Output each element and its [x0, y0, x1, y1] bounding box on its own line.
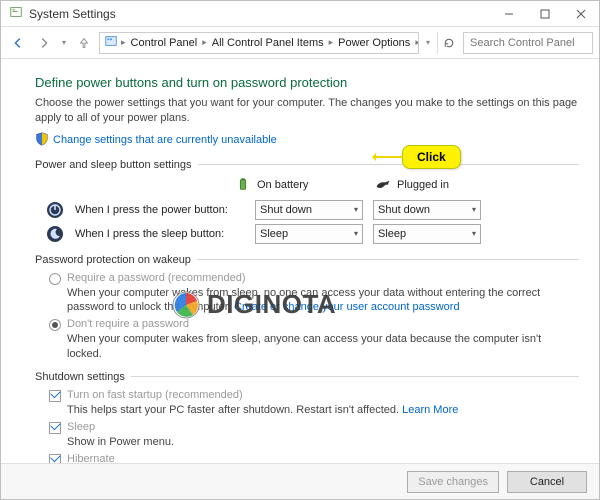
sleep-checkbox — [49, 422, 61, 434]
up-button[interactable] — [73, 32, 95, 54]
titlebar: System Settings — [1, 1, 599, 27]
sleep-desc: Show in Power menu. — [67, 435, 579, 449]
navbar: ▾ ▸ Control Panel ▸ All Control Panel It… — [1, 27, 599, 59]
sleep-button-battery-select[interactable]: Sleep▾ — [255, 224, 363, 244]
fast-startup-checkbox — [49, 390, 61, 402]
chevron-right-icon: ▸ — [414, 37, 419, 48]
group-power-sleep: Power and sleep button settings On batte… — [35, 159, 579, 244]
footer: Save changes Cancel — [1, 463, 599, 499]
learn-more-link[interactable]: Learn More — [402, 404, 458, 416]
search-input[interactable] — [463, 32, 593, 54]
sleep-button-plugged-select[interactable]: Sleep▾ — [373, 224, 481, 244]
plug-icon — [375, 177, 391, 194]
sleep-icon — [45, 224, 65, 244]
chevron-right-icon: ▸ — [201, 37, 208, 48]
back-button[interactable] — [7, 32, 29, 54]
battery-icon — [235, 177, 251, 194]
chevron-down-icon: ▾ — [354, 205, 358, 214]
chevron-down-icon: ▾ — [354, 229, 358, 238]
cancel-button[interactable]: Cancel — [507, 471, 587, 493]
search-field[interactable] — [468, 36, 588, 50]
close-button[interactable] — [563, 1, 599, 27]
history-dropdown-icon[interactable]: ▾ — [59, 38, 69, 47]
power-button-label: When I press the power button: — [75, 204, 245, 216]
power-button-battery-select[interactable]: Shut down▾ — [255, 200, 363, 220]
group-title: Password protection on wakeup — [35, 254, 191, 266]
fast-startup-label: Turn on fast startup (recommended) — [67, 389, 243, 401]
power-icon — [45, 200, 65, 220]
window: System Settings ▾ ▸ Control Panel ▸ All … — [0, 0, 600, 500]
save-changes-button[interactable]: Save changes — [407, 471, 499, 493]
group-password: Password protection on wakeup Require a … — [35, 254, 579, 361]
power-button-plugged-select[interactable]: Shut down▾ — [373, 200, 481, 220]
breadcrumb[interactable]: ▸ Control Panel ▸ All Control Panel Item… — [99, 32, 419, 54]
arrow-icon — [376, 156, 402, 158]
require-password-desc: When your computer wakes from sleep, no … — [67, 286, 579, 315]
hibernate-checkbox — [49, 454, 61, 463]
breadcrumb-dropdown-icon[interactable]: ▾ — [423, 38, 433, 47]
group-shutdown: Shutdown settings Turn on fast startup (… — [35, 371, 579, 463]
require-password-radio — [49, 273, 61, 285]
page-heading: Define power buttons and turn on passwor… — [35, 75, 579, 90]
minimize-button[interactable] — [491, 1, 527, 27]
create-password-link[interactable]: Create or change your user account passw… — [234, 301, 460, 313]
callout-bubble: Click — [402, 145, 461, 169]
page-description: Choose the power settings that you want … — [35, 96, 579, 126]
fast-startup-desc: This helps start your PC faster after sh… — [67, 403, 579, 417]
chevron-down-icon: ▾ — [472, 229, 476, 238]
window-title: System Settings — [29, 7, 116, 21]
group-title: Power and sleep button settings — [35, 159, 192, 171]
chevron-right-icon: ▸ — [328, 37, 335, 48]
breadcrumb-item[interactable]: Control Panel — [129, 37, 200, 49]
shield-icon — [35, 132, 49, 149]
col-battery-label: On battery — [257, 179, 308, 191]
chevron-down-icon: ▾ — [472, 205, 476, 214]
breadcrumb-item[interactable]: Power Options — [336, 37, 412, 49]
titlebar-icon — [9, 5, 23, 22]
group-title: Shutdown settings — [35, 371, 125, 383]
annotation-callout: Click — [376, 145, 461, 169]
col-plugged-label: Plugged in — [397, 179, 449, 191]
dont-require-password-radio — [49, 319, 61, 331]
refresh-button[interactable] — [437, 32, 459, 54]
control-panel-icon — [104, 34, 118, 51]
dont-require-password-label: Don't require a password — [67, 318, 189, 330]
sleep-button-label: When I press the sleep button: — [75, 228, 245, 240]
breadcrumb-item[interactable]: All Control Panel Items — [210, 37, 326, 49]
dont-require-password-desc: When your computer wakes from sleep, any… — [67, 332, 579, 361]
require-password-label: Require a password (recommended) — [67, 272, 246, 284]
maximize-button[interactable] — [527, 1, 563, 27]
sleep-label: Sleep — [67, 421, 95, 433]
hibernate-label: Hibernate — [67, 453, 115, 463]
change-settings-link[interactable]: Change settings that are currently unava… — [53, 134, 277, 146]
forward-button[interactable] — [33, 32, 55, 54]
chevron-right-icon: ▸ — [120, 37, 127, 48]
content-area: Define power buttons and turn on passwor… — [1, 59, 599, 463]
